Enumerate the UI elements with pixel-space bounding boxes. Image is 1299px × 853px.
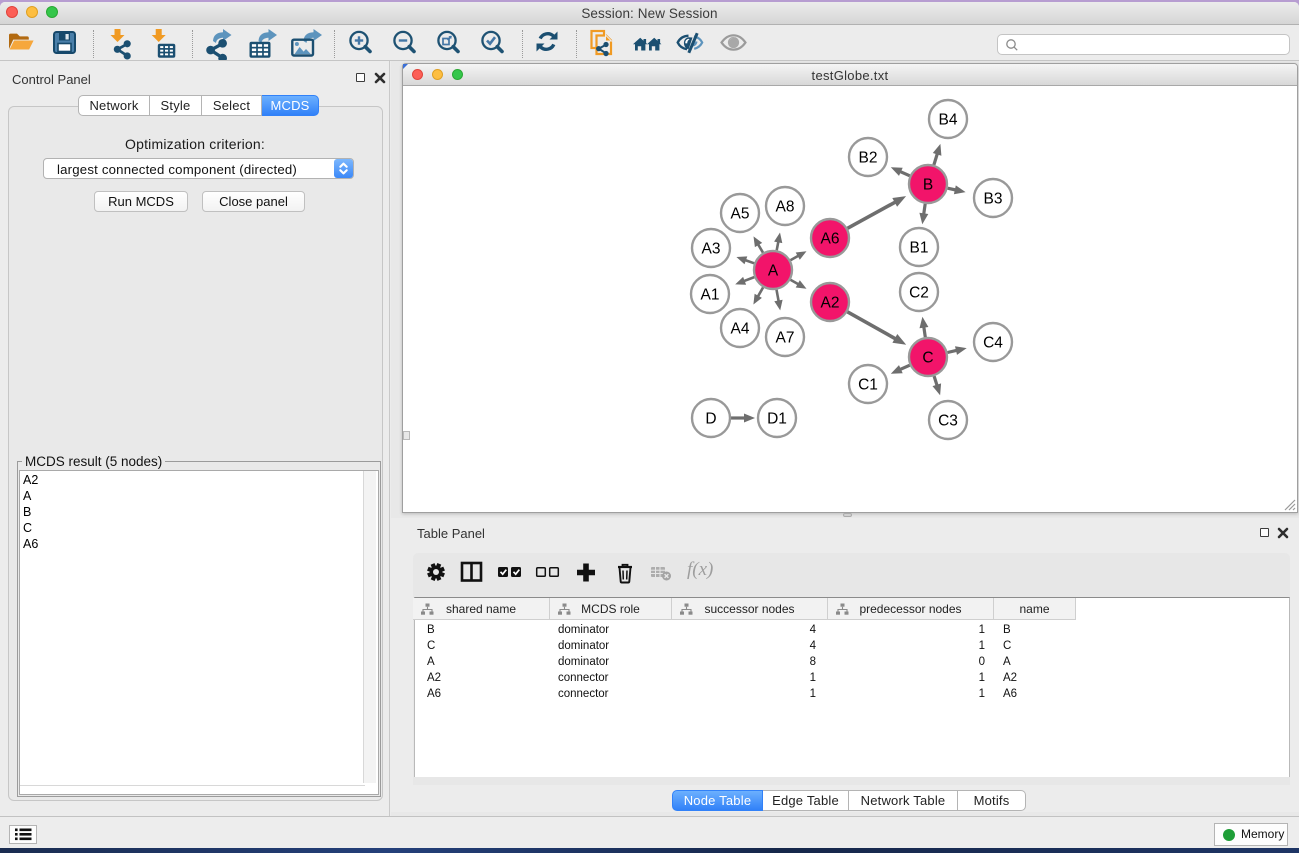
svg-text:A6: A6: [821, 231, 840, 248]
svg-text:A2: A2: [821, 295, 840, 312]
svg-text:D: D: [705, 411, 716, 428]
svg-text:A: A: [768, 263, 779, 280]
svg-text:C2: C2: [909, 285, 929, 302]
svg-text:A3: A3: [702, 241, 721, 258]
svg-text:B: B: [923, 177, 933, 194]
svg-text:B3: B3: [984, 191, 1003, 208]
svg-text:C3: C3: [938, 413, 958, 430]
svg-text:B2: B2: [859, 150, 878, 167]
svg-text:A5: A5: [731, 206, 750, 223]
svg-text:D1: D1: [767, 411, 787, 428]
svg-text:C4: C4: [983, 335, 1003, 352]
svg-text:B4: B4: [939, 112, 958, 129]
svg-text:B1: B1: [910, 240, 929, 257]
svg-text:C: C: [922, 350, 933, 367]
svg-text:A8: A8: [776, 199, 795, 216]
svg-text:A1: A1: [701, 287, 720, 304]
svg-text:A7: A7: [776, 330, 795, 347]
svg-text:C1: C1: [858, 377, 878, 394]
svg-text:A4: A4: [731, 321, 750, 338]
